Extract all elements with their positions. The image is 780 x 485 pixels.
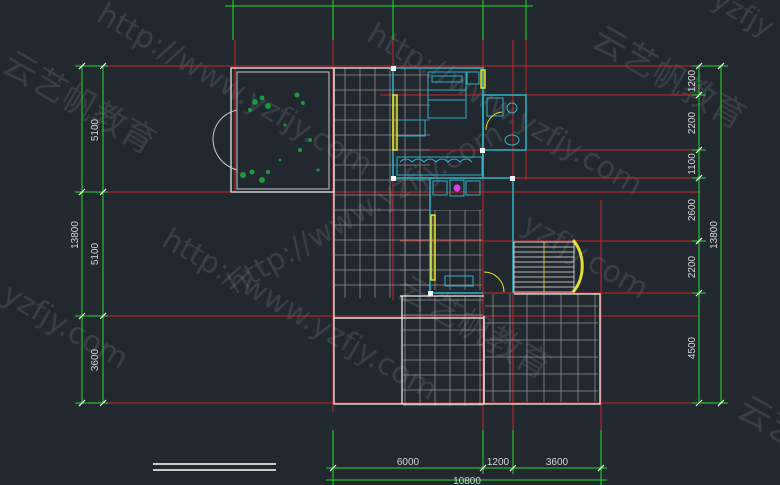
watermark-brand-4: 云艺 bbox=[731, 388, 780, 457]
decor-flower-icon bbox=[453, 184, 461, 192]
dim-left-2: 5100 bbox=[90, 242, 101, 265]
dim-right-3: 1100 bbox=[687, 153, 698, 175]
door-bath bbox=[480, 69, 486, 89]
armchair-icon-2 bbox=[465, 180, 481, 196]
dim-bottom-2: 1200 bbox=[487, 457, 510, 468]
watermark-url-5: yzfjy.com bbox=[0, 277, 134, 377]
dim-left-total: 13800 bbox=[70, 221, 81, 249]
tiled-floor-lower-right bbox=[485, 294, 598, 402]
door-bedroom-wardrobe bbox=[392, 94, 398, 151]
dim-right-total: 13800 bbox=[709, 221, 720, 249]
door-central bbox=[430, 214, 436, 281]
dim-left-3: 3600 bbox=[90, 348, 101, 371]
dim-left-1: 5100 bbox=[90, 118, 101, 141]
sink-icon bbox=[504, 134, 520, 146]
watermark-brand-2: 云艺帆教育 bbox=[586, 18, 753, 138]
dim-right-5: 2200 bbox=[687, 255, 698, 278]
floor-plan-drawing: http://www.yzfjy.com http://www.yzfjy.co… bbox=[0, 0, 780, 485]
dim-right-2: 2200 bbox=[687, 111, 698, 134]
tiled-floor-lower-left bbox=[403, 296, 483, 406]
dim-bottom-1: 6000 bbox=[397, 457, 420, 468]
dim-right-6: 4500 bbox=[687, 336, 698, 359]
watermark-brand-5: yzfjy bbox=[707, 0, 780, 44]
dim-bottom-3: 3600 bbox=[546, 457, 569, 468]
dim-right-1: 1200 bbox=[687, 69, 698, 92]
scale-bar bbox=[153, 463, 276, 471]
dim-right-4: 2600 bbox=[687, 198, 698, 221]
tiled-floor-middle bbox=[400, 210, 482, 290]
watermark-brand-1: 云艺帆教育 bbox=[0, 43, 163, 163]
dim-bottom-total: 10800 bbox=[453, 476, 481, 485]
